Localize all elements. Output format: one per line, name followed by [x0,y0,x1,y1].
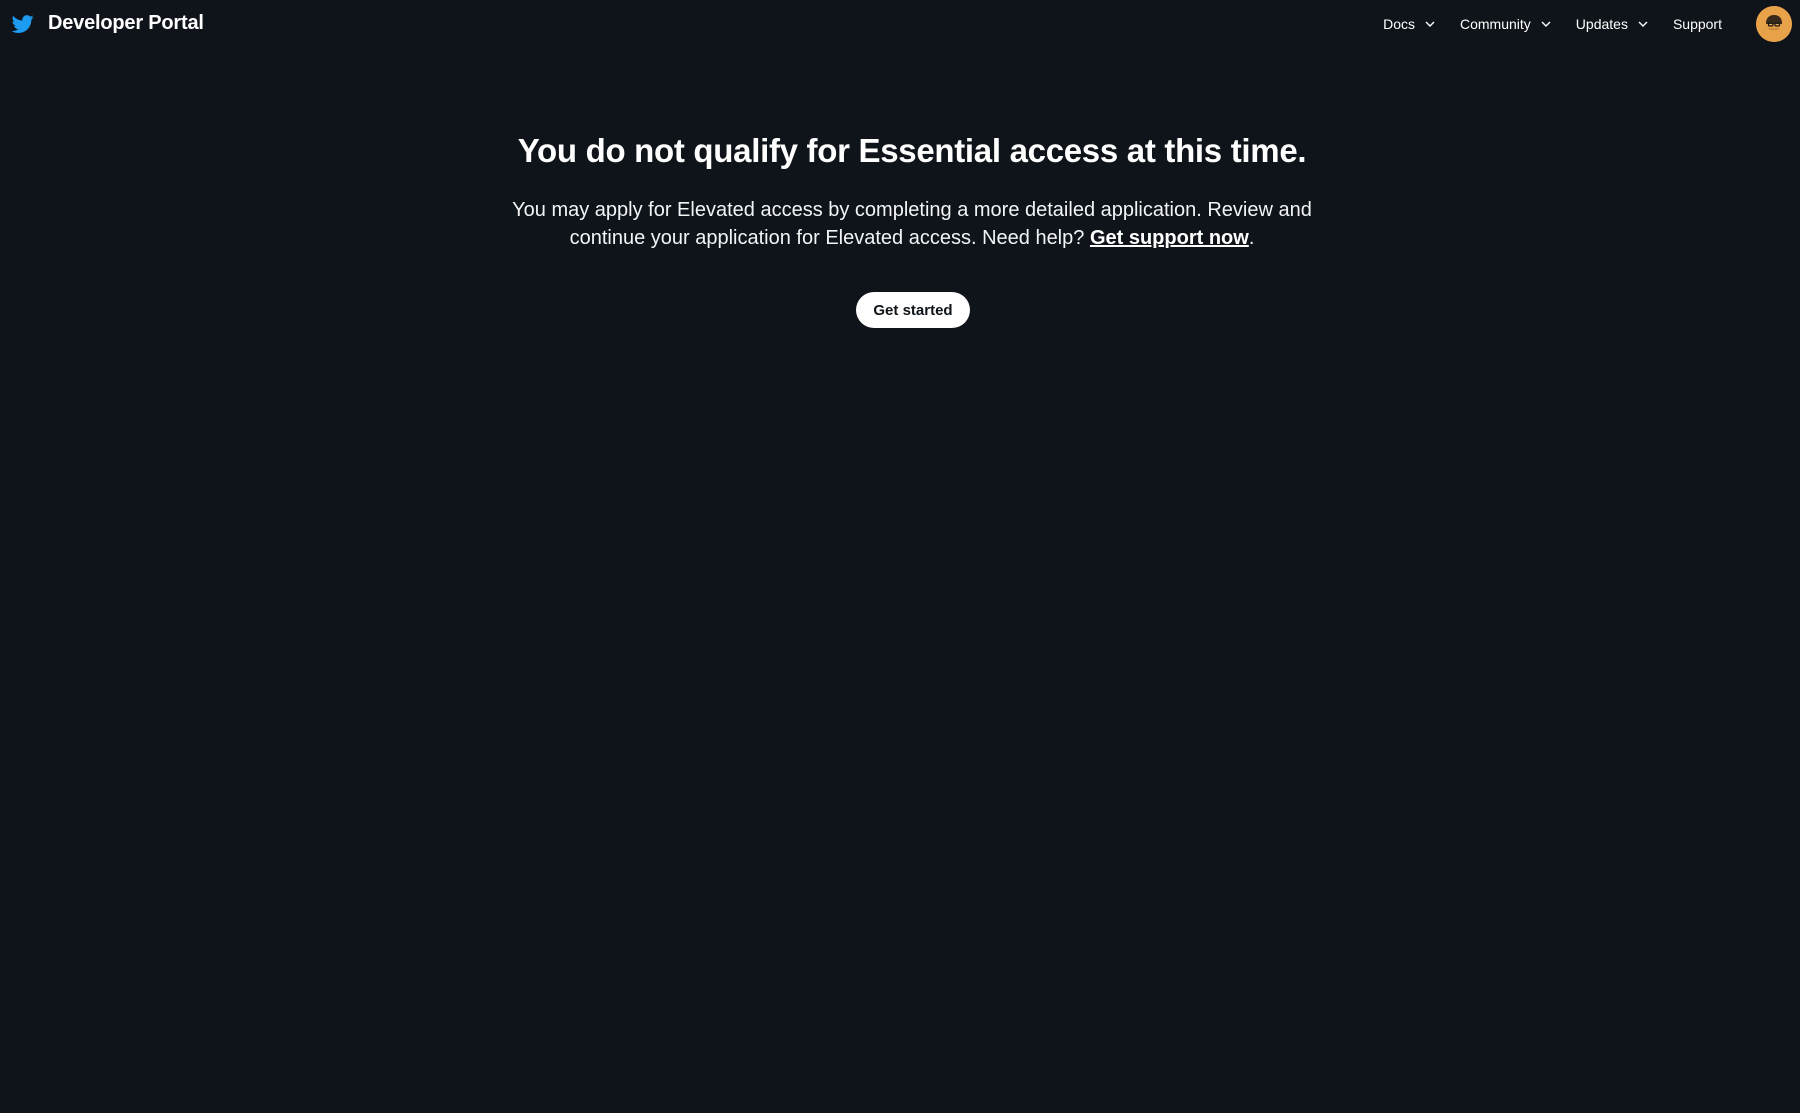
page-headline: You do not qualify for Essential access … [517,132,1307,169]
get-started-button[interactable]: Get started [856,292,970,328]
nav-support[interactable]: Support [1673,16,1722,32]
developer-portal-home-link[interactable]: Developer Portal [12,12,204,35]
nav-community-label: Community [1460,16,1531,32]
chevron-down-icon [1541,21,1551,27]
get-support-link[interactable]: Get support now [1090,227,1249,249]
twitter-bird-icon [12,14,34,33]
description-end: . [1248,227,1255,249]
chevron-down-icon [1425,21,1435,27]
portal-title: Developer Portal [48,12,204,34]
nav-docs[interactable]: Docs [1383,16,1436,32]
user-avatar-icon [1756,6,1792,42]
page-description: You may apply for Elevated access by com… [500,196,1324,252]
nav-updates-label: Updates [1575,16,1628,32]
nav-support-label: Support [1672,16,1722,32]
main-nav: Docs Community Updates Support [1383,0,1800,48]
user-avatar[interactable] [1756,6,1792,42]
nav-updates[interactable]: Updates [1576,16,1649,32]
chevron-down-icon [1638,21,1648,27]
nav-community[interactable]: Community [1460,16,1552,32]
top-navigation-bar: Developer Portal Docs Community Updates … [0,0,1800,48]
nav-docs-label: Docs [1383,16,1415,32]
